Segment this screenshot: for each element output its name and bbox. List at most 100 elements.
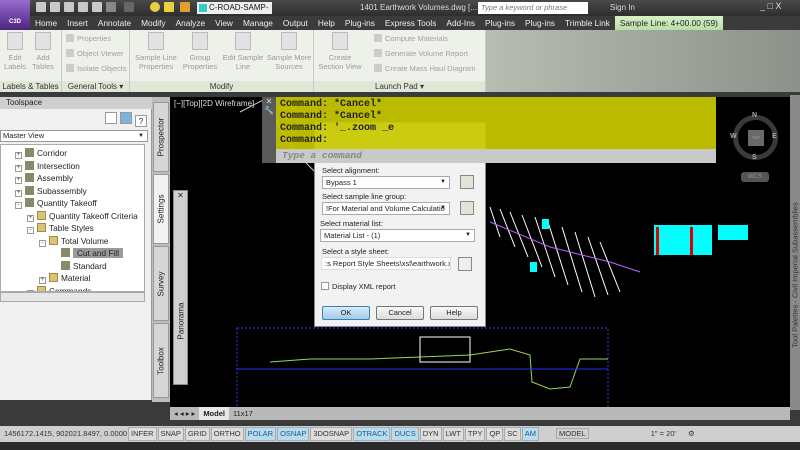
copy-icon[interactable] bbox=[105, 112, 117, 124]
sample-line-group-dropdown[interactable]: !For Material and Volume Calculatio ▼ bbox=[322, 202, 450, 215]
close-icon[interactable]: ✕ bbox=[174, 191, 187, 200]
viewcube-top[interactable]: TOP bbox=[748, 130, 764, 146]
create-section-view-button[interactable]: Create Section View bbox=[318, 32, 362, 71]
tree-node[interactable]: + Material bbox=[39, 273, 91, 284]
tab-help[interactable]: Help bbox=[313, 16, 340, 30]
add-tables-button[interactable]: Add Tables bbox=[30, 32, 56, 71]
sample-line-properties-button[interactable]: Sample Line Properties bbox=[134, 32, 178, 71]
viewcube-compass[interactable]: TOP N S E W bbox=[730, 112, 778, 161]
tree-node[interactable]: + Intersection bbox=[15, 160, 80, 172]
tab-analyze[interactable]: Analyze bbox=[171, 16, 211, 30]
layer-on-icon[interactable] bbox=[150, 2, 160, 12]
tree-node[interactable]: + Corridor bbox=[15, 148, 67, 159]
generate-volume-report-button[interactable]: Generate Volume Report bbox=[374, 49, 468, 58]
command-line-handle[interactable]: ✕ 🔧 bbox=[262, 97, 276, 163]
tab-manage[interactable]: Manage bbox=[238, 16, 278, 30]
toggle-osnap[interactable]: OSNAP bbox=[277, 427, 310, 441]
expand-icon[interactable]: + bbox=[15, 164, 22, 172]
wcs-button[interactable]: WCS bbox=[741, 172, 769, 182]
expand-icon[interactable]: + bbox=[39, 277, 46, 284]
model-space-button[interactable]: MODEL bbox=[556, 428, 589, 439]
toggle-3dosnap[interactable]: 3DOSNAP bbox=[310, 427, 353, 441]
tree-node[interactable]: - Table Styles bbox=[27, 223, 94, 234]
search-input[interactable]: Type a keyword or phrase bbox=[478, 2, 588, 14]
isolate-objects-button[interactable]: Isolate Objects bbox=[66, 64, 127, 73]
tab-plug-ins-3[interactable]: Plug-ins bbox=[520, 16, 560, 30]
tab-add-ins[interactable]: Add-Ins bbox=[441, 16, 480, 30]
tree-node[interactable]: + Quantity Takeoff Criteria bbox=[27, 210, 138, 222]
tab-plug-ins-2[interactable]: Plug-ins bbox=[480, 16, 520, 30]
sign-in-button[interactable]: Sign In bbox=[610, 3, 635, 12]
toggle-qp[interactable]: QP bbox=[486, 427, 504, 441]
help-icon[interactable]: ? bbox=[135, 115, 147, 127]
panel-label[interactable]: Launch Pad ▾ bbox=[314, 81, 485, 92]
toggle-grid[interactable]: GRID bbox=[184, 427, 210, 441]
save-as-icon[interactable] bbox=[78, 2, 88, 12]
toggle-ducs[interactable]: DUCS bbox=[391, 427, 419, 441]
toggle-infer[interactable]: INFER bbox=[128, 427, 157, 441]
edit-labels-button[interactable]: Edit Labels bbox=[2, 32, 28, 71]
panel-label[interactable]: General Tools ▾ bbox=[62, 81, 129, 92]
expand-icon[interactable]: + bbox=[15, 177, 22, 184]
expand-icon[interactable]: - bbox=[27, 227, 34, 234]
tab-plug-ins[interactable]: Plug-ins bbox=[340, 16, 380, 30]
edit-sample-line-button[interactable]: Edit Sample Line bbox=[222, 32, 264, 71]
toggle-snap[interactable]: SNAP bbox=[157, 427, 184, 441]
tab-insert[interactable]: Insert bbox=[62, 16, 93, 30]
layer-dropdown[interactable]: C-ROAD-SAMP-VOI bbox=[197, 2, 272, 24]
expand-icon[interactable]: - bbox=[39, 239, 46, 247]
tree-node[interactable]: Cut and Fill bbox=[51, 248, 123, 259]
layer-freeze-icon[interactable] bbox=[164, 2, 174, 12]
tree-node[interactable]: + Assembly bbox=[15, 173, 73, 184]
new-icon[interactable] bbox=[36, 2, 46, 12]
folder-open-icon[interactable] bbox=[458, 257, 472, 271]
window-controls[interactable]: _ □ X bbox=[760, 1, 781, 11]
print-icon[interactable] bbox=[92, 2, 102, 12]
tree-node[interactable]: Standard bbox=[51, 260, 107, 272]
expand-icon[interactable]: + bbox=[27, 214, 34, 222]
tab-home[interactable]: Home bbox=[30, 16, 62, 30]
tab-view[interactable]: View bbox=[210, 16, 238, 30]
tree-node[interactable]: - Total Volume bbox=[39, 235, 109, 247]
cancel-button[interactable]: Cancel bbox=[376, 306, 424, 320]
object-viewer-button[interactable]: Object Viewer bbox=[66, 49, 124, 58]
ok-button[interactable]: OK bbox=[322, 306, 370, 320]
sample-more-sources-button[interactable]: Sample More Sources bbox=[266, 32, 312, 71]
pick-group-button[interactable] bbox=[460, 201, 474, 215]
toggle-sc[interactable]: SC bbox=[504, 427, 521, 441]
tab-trimble-link[interactable]: Trimble Link bbox=[560, 16, 615, 30]
redo-icon[interactable] bbox=[124, 2, 134, 12]
toggle-tpy[interactable]: TPY bbox=[464, 427, 486, 441]
toggle-am[interactable]: AM bbox=[521, 427, 539, 441]
tab-modify[interactable]: Modify bbox=[136, 16, 170, 30]
material-list-dropdown[interactable]: Material List - (1) ▼ bbox=[320, 229, 475, 242]
tree-node[interactable]: + Subassembly bbox=[15, 185, 87, 197]
toggle-lwt[interactable]: LWT bbox=[442, 427, 464, 441]
display-xml-checkbox[interactable] bbox=[321, 282, 329, 290]
toggle-otrack[interactable]: OTRACK bbox=[353, 427, 391, 441]
undo-icon[interactable] bbox=[106, 2, 116, 12]
alignment-dropdown[interactable]: Bypass 1 ▼ bbox=[322, 176, 450, 189]
toggle-polar[interactable]: POLAR bbox=[244, 427, 277, 441]
toggle-view-icon[interactable] bbox=[120, 112, 132, 124]
create-mass-haul-button[interactable]: Create Mass Haul Diagram bbox=[374, 64, 475, 73]
close-icon[interactable]: ✕ bbox=[262, 97, 276, 106]
group-properties-button[interactable]: Group Properties bbox=[180, 32, 220, 71]
tab-11x17[interactable]: 11x17 bbox=[229, 407, 257, 420]
command-input[interactable]: Type a command bbox=[276, 149, 716, 163]
properties-button[interactable]: Properties bbox=[66, 34, 111, 43]
tree-node[interactable]: - Quantity Takeoff bbox=[15, 198, 97, 209]
panorama-panel[interactable]: ✕ Panorama bbox=[173, 190, 188, 385]
horizontal-scrollbar[interactable] bbox=[0, 292, 145, 302]
layout-nav-arrows[interactable]: ◂ ◂ ▸ ▸ bbox=[170, 407, 199, 420]
save-icon[interactable] bbox=[64, 2, 74, 12]
compute-materials-button[interactable]: Compute Materials bbox=[374, 34, 448, 43]
annotation-scale[interactable]: 1" = 20' bbox=[651, 429, 676, 438]
tab-survey[interactable]: Survey bbox=[153, 246, 169, 321]
application-menu-button[interactable]: C3D bbox=[0, 0, 30, 30]
wrench-icon[interactable]: 🔧 bbox=[262, 106, 276, 115]
expand-icon[interactable]: + bbox=[15, 152, 22, 159]
tab-settings[interactable]: Settings bbox=[153, 174, 169, 244]
expand-icon[interactable]: + bbox=[15, 189, 22, 197]
open-icon[interactable] bbox=[50, 2, 60, 12]
